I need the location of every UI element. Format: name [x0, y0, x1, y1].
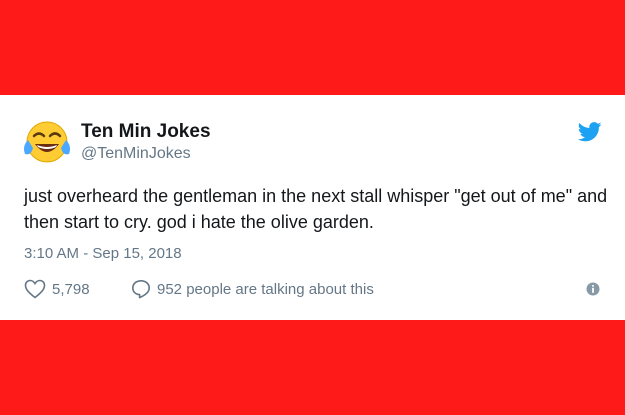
info-icon[interactable]: [586, 282, 600, 296]
avatar[interactable]: [22, 118, 72, 166]
like-count: 5,798: [52, 280, 90, 298]
display-name[interactable]: Ten Min Jokes: [81, 121, 211, 143]
tweet-actions: 5,798 952 people are talking about this: [24, 279, 604, 303]
speech-bubble-icon: [132, 280, 150, 299]
like-button[interactable]: 5,798: [24, 279, 90, 299]
user-handle[interactable]: @TenMinJokes: [81, 145, 191, 163]
talking-count: 952 people are talking about this: [157, 280, 374, 298]
twitter-bird-icon[interactable]: [578, 122, 602, 142]
tweet-text: just overheard the gentleman in the next…: [24, 186, 608, 232]
reply-button[interactable]: 952 people are talking about this: [131, 279, 374, 299]
face-with-tears-of-joy-emoji-icon: [24, 121, 70, 163]
heart-icon: [24, 279, 46, 299]
tweet-timestamp[interactable]: 3:10 AM - Sep 15, 2018: [24, 245, 182, 262]
